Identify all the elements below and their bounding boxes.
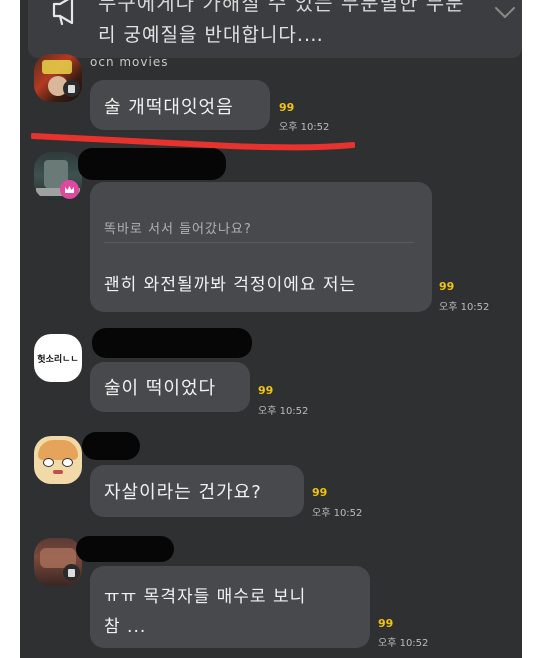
chevron-down-icon[interactable] [494, 6, 516, 20]
message-bubble[interactable]: 술 개떡대잇엇음 [90, 80, 270, 130]
message-text: 술이 떡이었다 [104, 378, 217, 399]
room-badge-icon [63, 564, 80, 581]
chat-room: 누구에게나 가해질 수 있는 무분별한 무분 리 궁예질을 반대합니다.… oc… [20, 0, 522, 658]
message-text: 술 개떡대잇엇음 [104, 97, 234, 118]
message-bubble[interactable]: 술이 떡이었다 [90, 362, 250, 412]
message-bubble[interactable]: 자살이라는 건가요? [90, 465, 304, 517]
notice-text-line2: 리 궁예질을 반대합니다.… [98, 24, 324, 46]
message-text: 자살이라는 건가요? [104, 482, 262, 503]
avatar-text: 헛소리ㄴㄴ [37, 354, 79, 365]
message-bubble[interactable]: ㅠㅠ 목격자들 매수로 보니 참 ... [90, 566, 370, 648]
message-bubble[interactable]: 똑바로 서서 들어갔나요? 괜히 와전될까봐 걱정이에요 저는 [90, 182, 432, 312]
room-badge-icon [63, 80, 80, 97]
unread-count: 99 [279, 101, 295, 114]
message-text-line2: 참 ... [104, 617, 147, 637]
redacted-name [82, 432, 140, 460]
notice-text-line1: 누구에게나 가해질 수 있는 무분별한 무분 [98, 0, 465, 15]
message-time: 오후 10:52 [258, 406, 309, 417]
message-time: 오후 10:52 [439, 302, 490, 313]
megaphone-icon [52, 0, 74, 26]
redacted-name [78, 148, 226, 180]
unread-count: 99 [439, 280, 455, 293]
notice-banner[interactable]: 누구에게나 가해질 수 있는 무분별한 무분 리 궁예질을 반대합니다.… [28, 0, 522, 58]
message-time: 오후 10:52 [312, 508, 363, 519]
avatar[interactable] [34, 436, 82, 484]
redacted-name [92, 328, 252, 358]
quoted-message: 똑바로 서서 들어갔나요? [104, 222, 252, 237]
crown-icon [60, 180, 79, 199]
avatar[interactable]: 헛소리ㄴㄴ [34, 334, 82, 382]
sender-name: ocn movies [90, 55, 169, 69]
message-text: 괜히 와전될까봐 걱정이에요 저는 [104, 275, 357, 295]
unread-count: 99 [378, 617, 394, 630]
unread-count: 99 [312, 486, 328, 499]
reply-divider [104, 242, 414, 243]
redacted-name [76, 536, 174, 562]
message-text-line1: ㅠㅠ 목격자들 매수로 보니 [104, 587, 307, 607]
unread-count: 99 [258, 384, 274, 397]
message-time: 오후 10:52 [378, 638, 429, 649]
